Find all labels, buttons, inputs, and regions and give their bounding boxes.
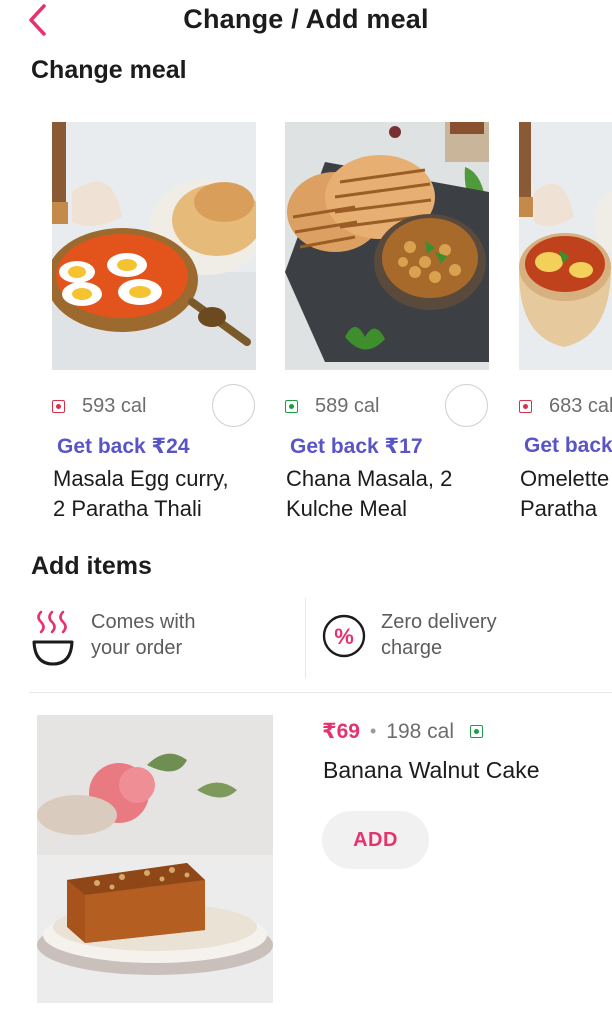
meal-image-egg-curry bbox=[52, 122, 256, 370]
non-veg-icon bbox=[519, 400, 532, 413]
meal-card[interactable]: 683 cal Get back Omelette Paratha bbox=[519, 122, 612, 521]
item-name: Banana Walnut Cake bbox=[323, 757, 540, 783]
meal-carousel[interactable]: 593 cal Get back ₹24 Masala Egg curry, 2… bbox=[0, 122, 612, 532]
meal-card[interactable]: 593 cal Get back ₹24 Masala Egg curry, 2… bbox=[52, 122, 262, 521]
info-line: Comes with bbox=[91, 611, 196, 633]
veg-icon bbox=[285, 400, 298, 413]
discount-percent-icon: % bbox=[322, 614, 366, 658]
meal-name-line: Masala Egg curry, bbox=[53, 466, 229, 491]
meal-calories: 683 cal bbox=[549, 395, 612, 417]
item-price: ₹69 bbox=[322, 720, 360, 743]
meal-image-chana-masala bbox=[285, 122, 489, 370]
non-veg-icon bbox=[52, 400, 65, 413]
meal-name: Omelette Paratha bbox=[520, 464, 612, 524]
info-text: Comes with your order bbox=[91, 609, 195, 678]
separator-dot: • bbox=[369, 721, 377, 741]
info-line: Zero delivery bbox=[381, 611, 497, 633]
veg-icon bbox=[470, 725, 484, 738]
meal-name-line: Kulche Meal bbox=[286, 496, 408, 521]
meal-name: Chana Masala, 2 Kulche Meal bbox=[286, 464, 496, 524]
header: Change / Add meal bbox=[0, 0, 612, 44]
meal-card[interactable]: 589 cal Get back ₹17 Chana Masala, 2 Kul… bbox=[285, 122, 495, 521]
meal-select-radio[interactable] bbox=[445, 384, 488, 427]
info-zero-delivery: % Zero delivery charge bbox=[321, 598, 497, 678]
meal-image-omelette bbox=[519, 122, 612, 370]
info-text: Zero delivery charge bbox=[381, 609, 497, 678]
cashback-label: Get back ₹17 bbox=[290, 435, 423, 458]
page-title: Change / Add meal bbox=[183, 4, 429, 34]
meal-calories: 593 cal bbox=[82, 395, 147, 417]
cashback-label: Get back ₹24 bbox=[57, 435, 190, 458]
add-item-card: ₹69 • 198 cal Banana Walnut Cake ADD bbox=[0, 715, 612, 1015]
item-price-line: ₹69 • 198 cal bbox=[322, 719, 484, 744]
item-image-banana-walnut-cake bbox=[37, 715, 273, 1003]
meal-name-line: 2 Paratha Thali bbox=[53, 496, 202, 521]
svg-text:%: % bbox=[334, 624, 354, 649]
divider bbox=[305, 598, 306, 678]
meal-select-radio[interactable] bbox=[212, 384, 255, 427]
add-button[interactable]: ADD bbox=[322, 811, 429, 869]
info-row: Comes with your order % Zero delivery ch… bbox=[0, 598, 612, 678]
info-comes-with-order: Comes with your order bbox=[31, 598, 195, 678]
add-items-heading: Add items bbox=[31, 552, 152, 580]
meal-calories: 589 cal bbox=[315, 395, 380, 417]
meal-name-line: Chana Masala, 2 bbox=[286, 466, 453, 491]
meal-name-line: Paratha bbox=[520, 496, 598, 521]
info-line: your order bbox=[91, 637, 183, 659]
info-line: charge bbox=[381, 637, 443, 659]
divider bbox=[29, 692, 612, 693]
meal-name: Masala Egg curry, 2 Paratha Thali bbox=[53, 464, 263, 524]
item-calories: 198 cal bbox=[386, 719, 455, 743]
cashback-label: Get back bbox=[524, 434, 612, 457]
steaming-bowl-icon bbox=[32, 610, 74, 666]
change-meal-heading: Change meal bbox=[31, 56, 187, 84]
meal-name-line: Omelette bbox=[520, 466, 610, 491]
